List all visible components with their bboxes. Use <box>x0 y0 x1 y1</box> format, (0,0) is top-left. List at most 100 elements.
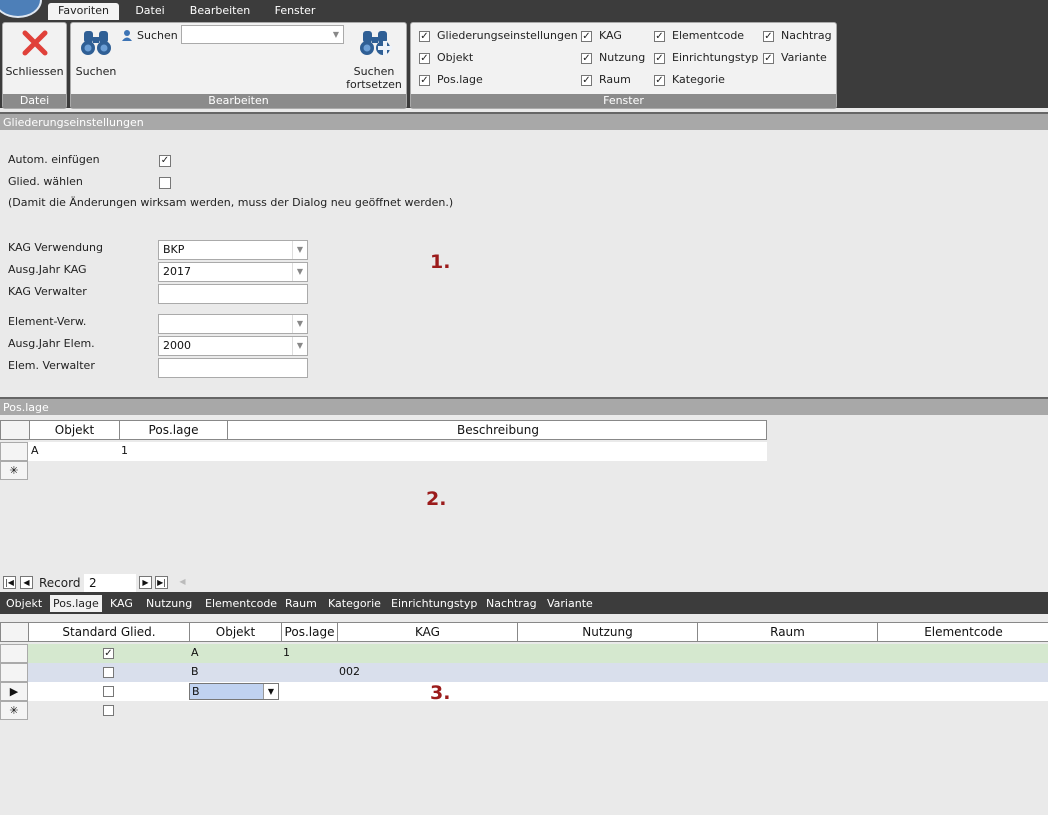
checkbox-poslage[interactable]: ✓ <box>419 75 430 86</box>
column-header-objekt[interactable]: Objekt <box>190 623 282 641</box>
column-header-objekt[interactable]: Objekt <box>30 421 120 439</box>
checkbox-label: Nachtrag <box>781 29 832 42</box>
auto-insert-checkbox[interactable]: ✓ <box>159 155 171 167</box>
new-row-icon[interactable]: ✳ <box>0 461 28 480</box>
standard-checkbox[interactable] <box>103 667 114 678</box>
checkbox-nutzung[interactable]: ✓ <box>581 53 592 64</box>
tab-raum[interactable]: Raum <box>282 595 320 612</box>
tab-poslage[interactable]: Pos.lage <box>50 595 102 612</box>
table-row[interactable]: ✓ A 1 <box>0 644 1048 663</box>
column-header-raum[interactable]: Raum <box>698 623 878 641</box>
bottom-grid-header: Standard Glied. Objekt Pos.lage KAG Nutz… <box>0 622 1048 642</box>
tab-fenster[interactable]: Fenster <box>266 3 324 20</box>
new-row-icon[interactable]: ✳ <box>0 701 28 720</box>
tab-kag[interactable]: KAG <box>107 595 136 612</box>
checkbox-raum[interactable]: ✓ <box>581 75 592 86</box>
column-header-standard[interactable]: Standard Glied. <box>29 623 190 641</box>
next-record-icon[interactable]: ▶ <box>139 576 152 589</box>
search-combo[interactable]: ▼ <box>181 25 344 44</box>
tab-variante[interactable]: Variante <box>544 595 596 612</box>
kag-year-value: 2017 <box>163 265 191 278</box>
standard-checkbox[interactable] <box>103 686 114 697</box>
chevron-down-icon[interactable]: ▼ <box>292 241 307 259</box>
kag-year-combo[interactable]: 2017 ▼ <box>158 262 308 282</box>
grid-corner <box>1 421 30 439</box>
cell-objekt[interactable]: B <box>191 665 199 678</box>
kag-admin-field[interactable] <box>158 284 308 304</box>
kag-usage-combo[interactable]: BKP ▼ <box>158 240 308 260</box>
close-button[interactable]: Schliessen <box>3 65 66 78</box>
standard-checkbox[interactable] <box>103 705 114 716</box>
checkbox-elementcode[interactable]: ✓ <box>654 31 665 42</box>
element-usage-label: Element-Verw. <box>8 315 87 328</box>
prev-record-icon[interactable]: ◀ <box>20 576 33 589</box>
element-admin-field[interactable] <box>158 358 308 378</box>
table-row[interactable]: A 1 <box>0 442 767 461</box>
cell-kag[interactable]: 002 <box>339 665 360 678</box>
table-row-new[interactable]: ✳ <box>0 701 1048 720</box>
element-usage-combo[interactable]: ▼ <box>158 314 308 334</box>
cell-poslage[interactable]: 1 <box>121 444 128 457</box>
search-continue-button[interactable]: Suchen fortsetzen <box>336 65 412 91</box>
objekt-dropdown[interactable]: B ▼ <box>189 683 279 700</box>
bottom-tab-strip: Objekt Pos.lage KAG Nutzung Elementcode … <box>0 592 1048 614</box>
checkbox-label: Einrichtungstyp <box>672 51 759 64</box>
record-number-field[interactable]: 2 <box>84 574 136 592</box>
tab-nachtrag[interactable]: Nachtrag <box>483 595 540 612</box>
select-checkbox[interactable] <box>159 177 171 189</box>
checkbox-kategorie[interactable]: ✓ <box>654 75 665 86</box>
auto-insert-label: Autom. einfügen <box>8 153 100 166</box>
checkbox-kag[interactable]: ✓ <box>581 31 592 42</box>
standard-checkbox[interactable]: ✓ <box>103 648 114 659</box>
checkbox-gliederungseinstellungen[interactable]: ✓ <box>419 31 430 42</box>
checkbox-objekt[interactable]: ✓ <box>419 53 430 64</box>
settings-note: (Damit die Änderungen wirksam werden, mu… <box>8 196 454 209</box>
column-header-poslage[interactable]: Pos.lage <box>282 623 338 641</box>
table-row[interactable]: ▶ B ▼ <box>0 682 1048 701</box>
tab-nutzung[interactable]: Nutzung <box>143 595 195 612</box>
column-header-kag[interactable]: KAG <box>338 623 518 641</box>
element-year-combo[interactable]: 2000 ▼ <box>158 336 308 356</box>
checkbox-label: Raum <box>599 73 631 86</box>
ribbon-group-caption: Bearbeiten <box>71 94 406 108</box>
grid-corner <box>1 623 29 641</box>
tab-datei[interactable]: Datei <box>126 3 174 20</box>
tab-einrichtungstyp[interactable]: Einrichtungstyp <box>388 595 480 612</box>
chevron-down-icon[interactable]: ▼ <box>329 26 343 43</box>
search-button[interactable]: Suchen <box>71 65 121 78</box>
tab-favoriten[interactable]: Favoriten <box>48 3 119 20</box>
last-record-icon[interactable]: ▶| <box>155 576 168 589</box>
checkbox-variante[interactable]: ✓ <box>763 53 774 64</box>
checkbox-einrichtungstyp[interactable]: ✓ <box>654 53 665 64</box>
column-header-elementcode[interactable]: Elementcode <box>878 623 1048 641</box>
search-continue-label-2: fortsetzen <box>346 78 402 91</box>
chevron-down-icon[interactable]: ▼ <box>292 263 307 281</box>
row-selector[interactable] <box>0 442 28 461</box>
checkbox-label: Kategorie <box>672 73 725 86</box>
cell-poslage[interactable]: 1 <box>283 646 290 659</box>
tab-bearbeiten[interactable]: Bearbeiten <box>184 3 256 20</box>
tab-kategorie[interactable]: Kategorie <box>325 595 384 612</box>
column-header-nutzung[interactable]: Nutzung <box>518 623 698 641</box>
column-header-poslage[interactable]: Pos.lage <box>120 421 228 439</box>
record-label: Record <box>39 576 81 590</box>
app-menu-button[interactable] <box>0 0 42 18</box>
row-selector[interactable] <box>0 644 28 663</box>
row-selector[interactable] <box>0 663 28 682</box>
cell-objekt[interactable]: A <box>31 444 39 457</box>
chevron-down-icon[interactable]: ▼ <box>292 315 307 333</box>
first-record-icon[interactable]: |◀ <box>3 576 16 589</box>
chevron-down-icon[interactable]: ▼ <box>263 684 278 699</box>
chevron-down-icon[interactable]: ▼ <box>292 337 307 355</box>
tab-objekt[interactable]: Objekt <box>3 595 45 612</box>
select-label: Glied. wählen <box>8 175 83 188</box>
checkbox-label: Pos.lage <box>437 73 483 86</box>
section-header-poslage: Pos.lage <box>0 397 1048 415</box>
tab-elementcode[interactable]: Elementcode <box>202 595 280 612</box>
checkbox-nachtrag[interactable]: ✓ <box>763 31 774 42</box>
column-header-beschreibung[interactable]: Beschreibung <box>228 421 768 439</box>
cell-objekt[interactable]: A <box>191 646 199 659</box>
scroll-left-icon[interactable]: ◀ <box>176 576 189 589</box>
table-row[interactable]: B 002 <box>0 663 1048 682</box>
current-row-icon[interactable]: ▶ <box>0 682 28 701</box>
